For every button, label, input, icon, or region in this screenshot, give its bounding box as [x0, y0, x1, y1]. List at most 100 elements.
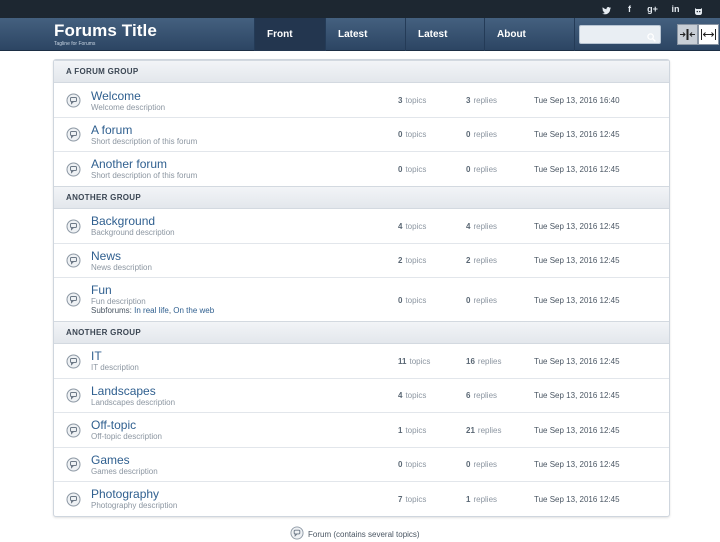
legend-label: Forum (contains several topics) — [308, 529, 420, 539]
forum-icon — [66, 388, 81, 408]
github-icon[interactable] — [687, 3, 710, 15]
forum-title[interactable]: Photography — [91, 488, 159, 501]
forum-title[interactable]: Welcome — [91, 90, 141, 103]
last-post-date: Tue Sep 13, 2016 12:45 — [534, 165, 620, 174]
last-post-date: Tue Sep 13, 2016 12:45 — [534, 296, 620, 305]
icon-legend: Forum (contains several topics) — [290, 526, 420, 541]
reply-count: 6 replies — [466, 391, 498, 400]
forum-title[interactable]: IT — [91, 350, 102, 363]
forum-title[interactable]: Another forum — [91, 158, 167, 171]
nav-front-page[interactable]: Front Page — [254, 18, 325, 73]
group-header: A FORUM GROUP — [54, 60, 669, 83]
group-header: ANOTHER GROUP — [54, 321, 669, 344]
forum-row: A forum Short description of this forum … — [54, 118, 669, 152]
reply-count: 0 replies — [466, 296, 498, 305]
forum-icon — [66, 162, 81, 182]
forum-row: Photography Photography description 7 top… — [54, 482, 669, 516]
reply-count: 2 replies — [466, 256, 498, 265]
subforum-link[interactable]: In real life — [134, 306, 169, 315]
subforum-link[interactable]: On the web — [173, 306, 214, 315]
nav-latest-replies[interactable]: Latest replies — [405, 18, 484, 73]
group-header: ANOTHER GROUP — [54, 186, 669, 209]
forum-row: Games Games description 0 topics 0 replies… — [54, 448, 669, 482]
topic-count: 0 topics — [398, 296, 427, 305]
topic-count: 0 topics — [398, 165, 427, 174]
reply-count: 0 replies — [466, 460, 498, 469]
brand[interactable]: Forums Title Tagline for Forums — [54, 22, 157, 48]
forum-row: News News description 2 topics 2 replies T… — [54, 244, 669, 278]
last-post-date: Tue Sep 13, 2016 12:45 — [534, 256, 620, 265]
topic-count: 0 topics — [398, 130, 427, 139]
reply-count: 3 replies — [466, 96, 498, 105]
forum-row: Fun Fun description Subforums: In real l… — [54, 278, 669, 322]
full-width-icon[interactable] — [698, 24, 719, 45]
forum-icon — [66, 457, 81, 477]
forum-icon — [66, 219, 81, 239]
reply-count: 21 replies — [466, 426, 502, 435]
linkedin-icon[interactable]: in — [664, 0, 687, 18]
reply-count: 0 replies — [466, 165, 498, 174]
forum-title[interactable]: A forum — [91, 124, 132, 137]
site-title[interactable]: Forums Title — [54, 22, 157, 40]
last-post-date: Tue Sep 13, 2016 12:45 — [534, 460, 620, 469]
forum-description: Photography description — [91, 501, 178, 510]
forum-title[interactable]: Background — [91, 215, 155, 228]
main-nav: Front Page Latest topics Latest replies … — [254, 18, 575, 73]
topic-count: 0 topics — [398, 460, 427, 469]
nav-latest-topics[interactable]: Latest topics — [325, 18, 405, 73]
last-post-date: Tue Sep 13, 2016 12:45 — [534, 426, 620, 435]
forum-icon — [66, 292, 81, 312]
social-icons: f g+ in — [595, 0, 710, 18]
forum-icon — [66, 354, 81, 374]
facebook-icon[interactable]: f — [618, 0, 641, 18]
forum-title[interactable]: Fun — [91, 284, 112, 297]
forum-row: Another forum Short description of this … — [54, 152, 669, 187]
forum-description: Short description of this forum — [91, 171, 198, 180]
reply-count: 1 replies — [466, 495, 498, 504]
forum-row: Welcome Welcome description 3 topics 3 rep… — [54, 83, 669, 118]
forum-row: Off-topic Off-topic description 1 topics … — [54, 413, 669, 448]
forum-description: Off-topic description — [91, 432, 162, 441]
forum-title[interactable]: Off-topic — [91, 419, 136, 432]
width-toggle — [677, 24, 720, 45]
forum-row: IT IT description 11 topics 16 replies Tue… — [54, 344, 669, 379]
forum-row: Landscapes Landscapes description 4 topic… — [54, 379, 669, 413]
twitter-icon[interactable] — [595, 3, 618, 15]
nav-about-forums[interactable]: About Forums — [484, 18, 575, 73]
topic-count: 11 topics — [398, 357, 431, 366]
last-post-date: Tue Sep 13, 2016 12:45 — [534, 130, 620, 139]
google-plus-icon[interactable]: g+ — [641, 0, 664, 18]
forum-list: A FORUM GROUP Welcome Welcome descriptio… — [53, 59, 670, 517]
last-post-date: Tue Sep 13, 2016 12:45 — [534, 357, 620, 366]
forum-row: Background Background description 4 topic… — [54, 209, 669, 244]
forum-description: News description — [91, 263, 152, 272]
last-post-date: Tue Sep 13, 2016 16:40 — [534, 96, 620, 105]
forum-description: Landscapes description — [91, 398, 176, 407]
topic-count: 3 topics — [398, 96, 427, 105]
forum-description: Background description — [91, 228, 175, 237]
topic-count: 2 topics — [398, 256, 427, 265]
forum-description: Short description of this forum — [91, 137, 198, 146]
forum-icon — [66, 93, 81, 113]
fixed-width-icon[interactable] — [677, 24, 698, 45]
search-icon[interactable] — [647, 29, 656, 47]
topic-count: 1 topics — [398, 426, 427, 435]
forum-title[interactable]: News — [91, 250, 121, 263]
forum-title[interactable]: Landscapes — [91, 385, 156, 398]
forum-icon — [66, 423, 81, 443]
subforums: Subforums: In real life, On the web — [91, 306, 215, 315]
topic-count: 4 topics — [398, 222, 427, 231]
last-post-date: Tue Sep 13, 2016 12:45 — [534, 495, 620, 504]
search-input[interactable] — [580, 27, 644, 45]
site-tagline: Tagline for Forums — [54, 41, 96, 47]
site-header: Forums Title Tagline for Forums Front Pa… — [0, 18, 720, 73]
social-bar: f g+ in — [0, 0, 720, 18]
forum-description: Fun description — [91, 297, 146, 306]
forum-description: IT description — [91, 363, 139, 372]
topic-count: 4 topics — [398, 391, 427, 400]
topic-count: 7 topics — [398, 495, 427, 504]
forum-title[interactable]: Games — [91, 454, 130, 467]
last-post-date: Tue Sep 13, 2016 12:45 — [534, 391, 620, 400]
last-post-date: Tue Sep 13, 2016 12:45 — [534, 222, 620, 231]
forum-description: Games description — [91, 467, 158, 476]
